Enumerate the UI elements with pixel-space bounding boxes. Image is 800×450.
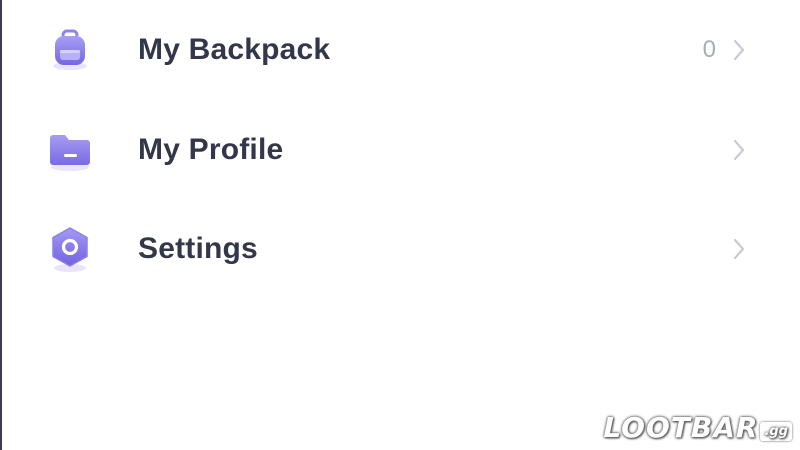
- folder-icon: [40, 120, 100, 180]
- chevron-right-icon: [730, 137, 748, 163]
- menu-item-settings[interactable]: Settings: [40, 209, 770, 289]
- left-edge-border: [0, 0, 2, 450]
- settings-hexagon-icon: [40, 219, 100, 279]
- backpack-icon: [40, 20, 100, 80]
- lootbar-watermark: LOOTBAR .gg: [603, 411, 792, 444]
- chevron-right-icon: [730, 37, 748, 63]
- menu-item-label: My Profile: [138, 133, 284, 166]
- menu-screen: My Backpack 0 My Profile Settings LOOTBA…: [0, 0, 800, 450]
- menu-item-my-profile[interactable]: My Profile: [40, 110, 770, 190]
- menu-item-label: Settings: [138, 232, 258, 265]
- chevron-right-icon: [730, 236, 748, 262]
- backpack-count: 0: [702, 36, 716, 63]
- watermark-tld: .gg: [760, 422, 792, 441]
- menu-item-label: My Backpack: [138, 33, 331, 66]
- watermark-text: LOOTBAR: [603, 411, 759, 444]
- menu-item-my-backpack[interactable]: My Backpack 0: [40, 10, 770, 90]
